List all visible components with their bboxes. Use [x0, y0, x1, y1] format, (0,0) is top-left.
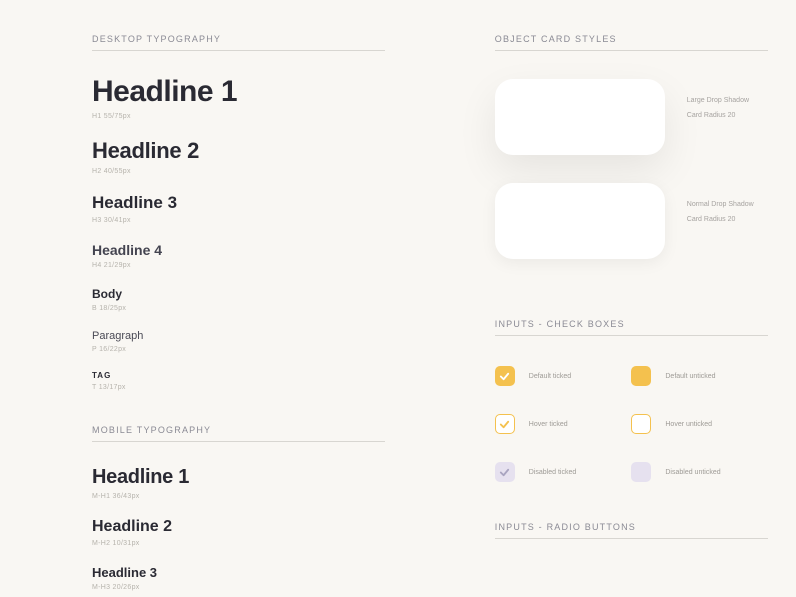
checkbox-label: Disabled ticked: [529, 469, 576, 476]
typography-item: Headline 3 H3 30/41px: [92, 193, 385, 224]
checkbox-label: Hover ticked: [529, 421, 568, 428]
body-sample: Body: [92, 287, 385, 301]
checkbox-sample: Disabled unticked: [631, 462, 768, 482]
card-spec-line: Card Radius 20: [687, 112, 749, 119]
checkbox-label: Default unticked: [665, 373, 715, 380]
typography-spec: M-H3 20/26px: [92, 584, 385, 591]
checkbox-label: Default ticked: [529, 373, 571, 380]
typography-spec: M-H1 36/43px: [92, 493, 385, 500]
checkbox-sample: Hover unticked: [631, 414, 768, 434]
typography-spec: T 13/17px: [92, 384, 385, 391]
typography-spec: H1 55/75px: [92, 113, 385, 120]
checkbox-disabled-ticked[interactable]: [495, 462, 515, 482]
section-title-inputs-checkboxes: INPUTS - CHECK BOXES: [495, 319, 768, 335]
checkbox-grid: Default ticked Default unticked Hover ti…: [495, 366, 768, 482]
checkbox-label: Hover unticked: [665, 421, 712, 428]
check-icon: [499, 467, 510, 478]
right-column: OBJECT CARD STYLES Large Drop Shadow Car…: [495, 34, 768, 591]
checkbox-sample: Default unticked: [631, 366, 768, 386]
typography-item: Headline 1 M-H1 36/43px: [92, 466, 385, 500]
divider: [495, 538, 768, 539]
typography-item: Headline 1 H1 55/75px: [92, 75, 385, 120]
typography-item: Body B 18/25px: [92, 287, 385, 312]
typography-spec: H4 21/29px: [92, 262, 385, 269]
divider: [495, 335, 768, 336]
typography-spec: H3 30/41px: [92, 217, 385, 224]
checkbox-default-ticked[interactable]: [495, 366, 515, 386]
divider: [92, 50, 385, 51]
typography-spec: M-H2 10/31px: [92, 540, 385, 547]
card-spec: Normal Drop Shadow Card Radius 20: [687, 183, 754, 231]
typography-spec: P 16/22px: [92, 346, 385, 353]
section-title-mobile-typography: MOBILE TYPOGRAPHY: [92, 425, 385, 441]
card-spec-line: Large Drop Shadow: [687, 97, 749, 104]
divider: [495, 50, 768, 51]
card-sample-row: Normal Drop Shadow Card Radius 20: [495, 183, 768, 259]
headline-3-sample: Headline 3: [92, 193, 385, 213]
card-large-shadow: [495, 79, 665, 155]
checkbox-hover-ticked[interactable]: [495, 414, 515, 434]
typography-item: Headline 4 H4 21/29px: [92, 242, 385, 269]
tag-sample: TAG: [92, 371, 385, 380]
checkbox-sample: Disabled ticked: [495, 462, 632, 482]
checkbox-hover-unticked[interactable]: [631, 414, 651, 434]
typography-item: Headline 2 M-H2 10/31px: [92, 518, 385, 547]
mobile-headline-3-sample: Headline 3: [92, 565, 385, 580]
card-spec-line: Normal Drop Shadow: [687, 201, 754, 208]
divider: [92, 441, 385, 442]
section-title-inputs-radio-buttons: INPUTS - RADIO BUTTONS: [495, 522, 768, 538]
check-icon: [499, 371, 510, 382]
card-normal-shadow: [495, 183, 665, 259]
mobile-headline-1-sample: Headline 1: [92, 466, 385, 489]
checkbox-default-unticked[interactable]: [631, 366, 651, 386]
card-sample-row: Large Drop Shadow Card Radius 20: [495, 79, 768, 155]
check-icon: [499, 419, 510, 430]
typography-item: Paragraph P 16/22px: [92, 330, 385, 353]
typography-spec: B 18/25px: [92, 305, 385, 312]
left-column: DESKTOP TYPOGRAPHY Headline 1 H1 55/75px…: [92, 34, 385, 591]
checkbox-sample: Hover ticked: [495, 414, 632, 434]
typography-item: Headline 2 H2 40/55px: [92, 138, 385, 175]
section-title-object-card-styles: OBJECT CARD STYLES: [495, 34, 768, 50]
checkbox-disabled-unticked[interactable]: [631, 462, 651, 482]
mobile-headline-2-sample: Headline 2: [92, 518, 385, 536]
card-spec-line: Card Radius 20: [687, 216, 754, 223]
card-spec: Large Drop Shadow Card Radius 20: [687, 79, 749, 127]
section-title-desktop-typography: DESKTOP TYPOGRAPHY: [92, 34, 385, 50]
headline-2-sample: Headline 2: [92, 138, 385, 164]
typography-item: Headline 3 M-H3 20/26px: [92, 565, 385, 591]
paragraph-sample: Paragraph: [92, 330, 385, 342]
checkbox-sample: Default ticked: [495, 366, 632, 386]
headline-1-sample: Headline 1: [92, 75, 385, 109]
checkbox-label: Disabled unticked: [665, 469, 720, 476]
headline-4-sample: Headline 4: [92, 242, 385, 258]
typography-spec: H2 40/55px: [92, 168, 385, 175]
typography-item: TAG T 13/17px: [92, 371, 385, 391]
